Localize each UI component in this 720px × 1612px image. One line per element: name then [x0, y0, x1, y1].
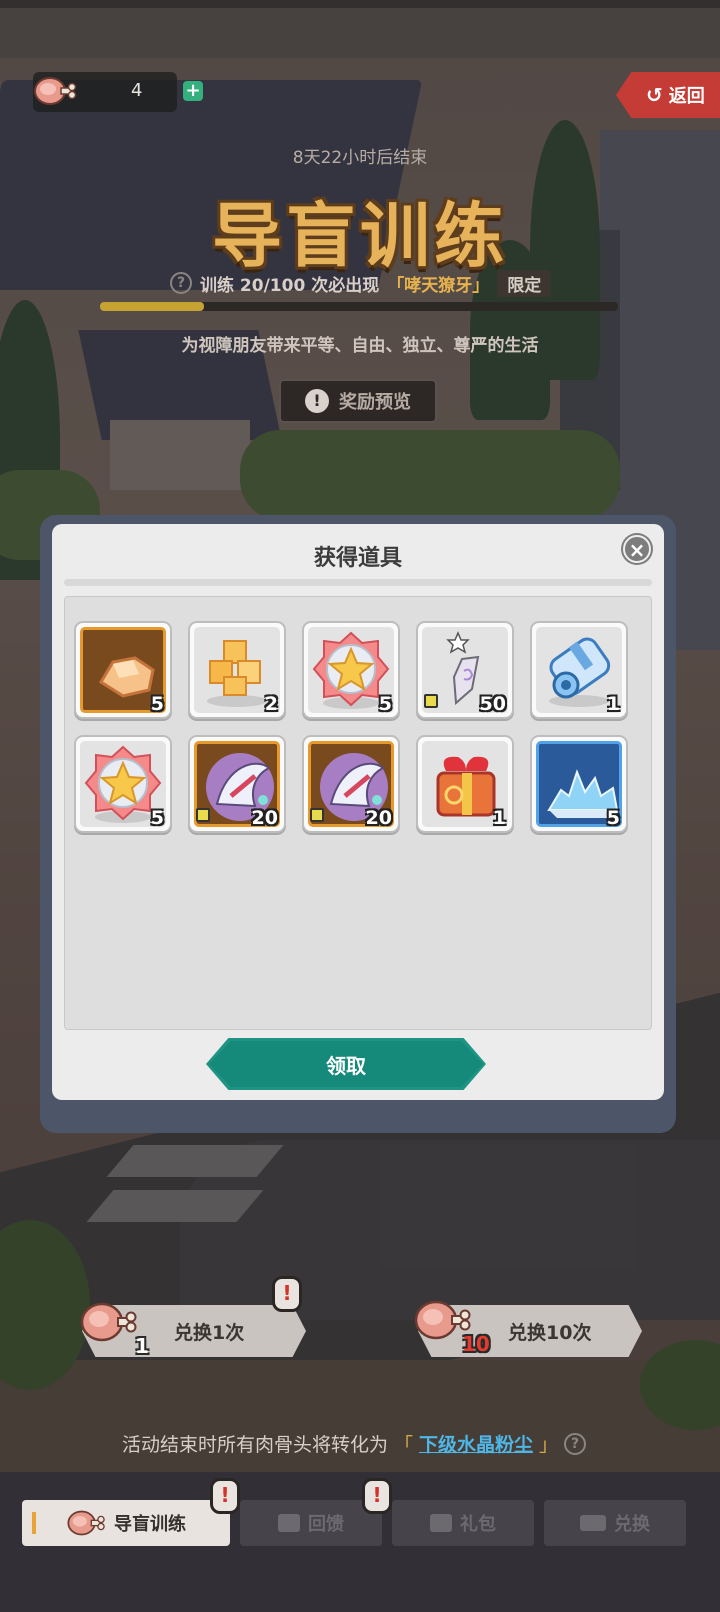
modal-divider [64, 579, 652, 586]
reward-item-quantity: 5 [150, 693, 164, 715]
meat-bone-icon [80, 1302, 137, 1342]
close-button[interactable]: × [623, 535, 651, 563]
swap-arrows-icon [580, 1515, 606, 1531]
conversion-note: 活动结束时所有肉骨头将转化为 「 下级水晶粉尘 」 ? [122, 1430, 587, 1457]
exclamation-icon: ! [305, 389, 329, 413]
back-label: 返回 [668, 86, 705, 107]
currency-count: 4 [131, 80, 143, 101]
event-countdown: 8天22小时后结束 [292, 148, 428, 168]
tab-rewards[interactable]: 回馈 [240, 1500, 382, 1546]
reward-item-quantity: 1 [606, 693, 620, 715]
items-panel: 5 2 5 50 1 5 20 20 1 5 [64, 596, 652, 1030]
reward-item-quantity: 2 [264, 693, 278, 715]
back-button[interactable]: ↺ 返回 [616, 72, 720, 118]
reward-modal: 获得道具 × 5 2 5 50 1 5 20 20 1 5 [52, 524, 664, 1100]
exchange-ten-cost: 10 [462, 1332, 490, 1356]
event-title: 导盲训练 [212, 195, 508, 277]
back-arrow-icon: ↺ [646, 83, 663, 107]
reward-item[interactable]: 5 [530, 735, 628, 833]
add-currency-button[interactable]: + [183, 81, 203, 101]
gift-icon [430, 1514, 452, 1532]
help-icon[interactable]: ? [170, 272, 192, 294]
tab-guide-training[interactable]: 导盲训练 [22, 1500, 230, 1546]
claim-button[interactable]: 领取 [206, 1038, 486, 1090]
tab-label: 导盲训练 [114, 1514, 186, 1535]
training-progress-fill [100, 302, 204, 311]
event-slogan: 为视障朋友带来平等、自由、独立、尊严的生活 [181, 336, 539, 356]
tab-label: 礼包 [460, 1514, 496, 1535]
reward-item-quantity: 20 [251, 807, 278, 829]
bracket-open: 「 [394, 1434, 414, 1456]
reward-item[interactable]: 5 [74, 735, 172, 833]
reward-item-quantity: 5 [606, 807, 620, 829]
exchange-ten-label: 兑换10次 [508, 1322, 592, 1344]
reward-preview-label: 奖励预览 [339, 392, 411, 413]
alert-bubble-icon [362, 1478, 392, 1514]
meat-bone-icon [34, 77, 77, 105]
training-progress-row: ? 训练 20/100 次必出现 「哮天獠牙」 限定 [170, 268, 552, 298]
train-count-text: 训练 20/100 次必出现 [200, 275, 380, 296]
reward-item-quantity: 20 [365, 807, 392, 829]
alert-bubble-icon [272, 1276, 302, 1312]
reward-item[interactable]: 2 [188, 621, 286, 719]
reward-item-quantity: 5 [150, 807, 164, 829]
reward-item[interactable]: 1 [416, 735, 514, 833]
tab-gift-pack[interactable]: 礼包 [392, 1500, 534, 1546]
reward-item[interactable]: 20 [188, 735, 286, 833]
training-progress-bar [100, 302, 618, 311]
reward-item-quantity: 50 [479, 693, 506, 715]
claim-label: 领取 [209, 1041, 483, 1087]
conversion-note-text: 活动结束时所有肉骨头将转化为 [122, 1434, 389, 1456]
shard-icon [310, 808, 324, 822]
limited-badge: 限定 [497, 269, 552, 297]
reward-item[interactable]: 5 [302, 621, 400, 719]
help-icon[interactable]: ? [564, 1432, 587, 1455]
crystal-dust-link[interactable]: 下级水晶粉尘 [419, 1430, 533, 1457]
reward-item[interactable]: 20 [302, 735, 400, 833]
exchange-once-cost: 1 [135, 1334, 149, 1358]
meat-bone-icon [67, 1510, 105, 1536]
bracket-close: 」 [539, 1434, 559, 1456]
exchange-once-label: 兑换1次 [174, 1322, 245, 1344]
items-grid: 5 2 5 50 1 5 20 20 1 5 [74, 621, 628, 833]
reward-item-quantity: 5 [378, 693, 392, 715]
shard-icon [196, 808, 210, 822]
currency-display: 4 + [33, 72, 203, 112]
modal-title: 获得道具 [313, 546, 402, 571]
alert-bubble-icon [210, 1478, 240, 1514]
reward-preview-button[interactable]: ! 奖励预览 [279, 379, 437, 423]
tab-label: 兑换 [614, 1514, 650, 1535]
reward-item[interactable]: 1 [530, 621, 628, 719]
reward-item[interactable]: 50 [416, 621, 514, 719]
guaranteed-pet-name: 「哮天獠牙」 [387, 275, 490, 296]
reward-item[interactable]: 5 [74, 621, 172, 719]
reward-item-quantity: 1 [492, 807, 506, 829]
tab-label: 回馈 [308, 1514, 344, 1535]
shard-icon [424, 694, 438, 708]
tab-exchange[interactable]: 兑换 [544, 1500, 686, 1546]
rewards-icon [278, 1514, 300, 1532]
